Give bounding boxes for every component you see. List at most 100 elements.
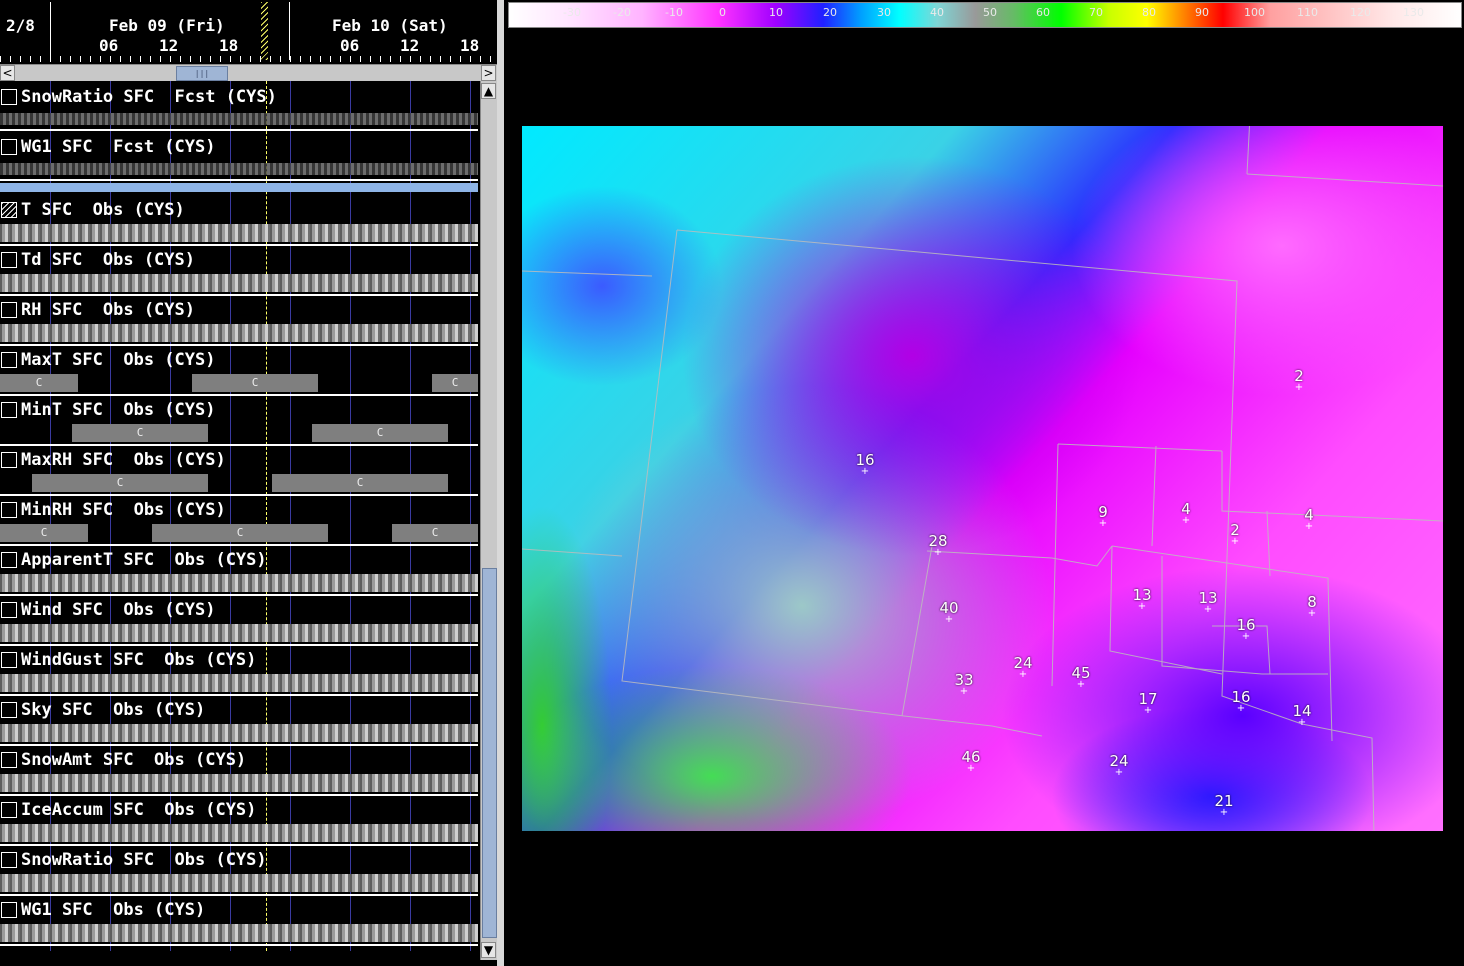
grid-row-apparentt-obs[interactable]: ApparentT SFC Obs (CYS) — [0, 546, 478, 594]
station-plot[interactable]: 21 + — [1204, 793, 1244, 818]
grid-row-maxt-obs[interactable]: MaxT SFC Obs (CYS) C C C — [0, 346, 478, 394]
row-checkbox[interactable] — [1, 552, 17, 568]
station-plot[interactable]: 24 + — [1099, 753, 1139, 778]
station-plot[interactable]: 16 + — [845, 452, 885, 477]
row-checkbox[interactable] — [1, 702, 17, 718]
row-label: SnowAmt SFC Obs (CYS) — [21, 750, 247, 770]
grid-row-maxrh-obs[interactable]: MaxRH SFC Obs (CYS) C C — [0, 446, 478, 494]
colorbar-tick: 10 — [769, 6, 783, 19]
grid-row-snowratio-fcst[interactable]: SnowRatio SFC Fcst (CYS) — [0, 83, 478, 131]
data-strip[interactable] — [0, 874, 478, 892]
station-plot[interactable]: 13 + — [1122, 587, 1162, 612]
grid-rows: SnowRatio SFC Fcst (CYS) WG1 SFC Fcst (C… — [0, 81, 478, 966]
station-plot[interactable]: 16 + — [1226, 617, 1266, 642]
data-strip[interactable] — [0, 274, 478, 292]
scroll-down-button[interactable]: ▼ — [481, 942, 496, 958]
grid-row-snowratio-obs[interactable]: SnowRatio SFC Obs (CYS) — [0, 846, 478, 894]
row-checkbox[interactable] — [1, 902, 17, 918]
data-strip[interactable] — [0, 324, 478, 342]
timeline-scrollbar[interactable]: < ||| > — [0, 64, 497, 81]
data-strip[interactable] — [0, 724, 478, 742]
vertical-scrollbar[interactable]: ▲ ▼ — [480, 81, 497, 960]
row-label: Sky SFC Obs (CYS) — [21, 700, 206, 720]
grid-block[interactable]: C — [272, 474, 448, 492]
grid-row-wg1-fcst[interactable]: WG1 SFC Fcst (CYS) — [0, 133, 478, 181]
station-plot[interactable]: 8 + — [1292, 594, 1332, 619]
station-plot[interactable]: 2 + — [1215, 522, 1255, 547]
data-strip[interactable] — [0, 824, 478, 842]
grid-block[interactable]: C — [432, 374, 478, 392]
row-checkbox[interactable] — [1, 302, 17, 318]
timeline-scroll-thumb[interactable]: ||| — [176, 66, 228, 81]
grid-row-iceaccum-obs[interactable]: IceAccum SFC Obs (CYS) — [0, 796, 478, 844]
row-checkbox[interactable] — [1, 802, 17, 818]
grid-row-wg1-obs[interactable]: WG1 SFC Obs (CYS) — [0, 896, 478, 944]
grid-block[interactable]: C — [312, 424, 448, 442]
grid-block[interactable]: C — [0, 524, 88, 542]
row-checkbox[interactable] — [1, 652, 17, 668]
row-checkbox[interactable] — [1, 202, 17, 218]
row-label: T SFC Obs (CYS) — [21, 200, 185, 220]
grid-block[interactable]: C — [32, 474, 208, 492]
data-strip[interactable] — [0, 574, 478, 592]
scroll-up-button[interactable]: ▲ — [481, 83, 496, 99]
grid-row-t-obs[interactable]: T SFC Obs (CYS) — [0, 196, 478, 244]
row-checkbox[interactable] — [1, 752, 17, 768]
scroll-right-button[interactable]: > — [481, 65, 496, 81]
vertical-scroll-thumb[interactable] — [482, 568, 497, 938]
station-plot[interactable]: 40 + — [929, 600, 969, 625]
station-plot[interactable]: 46 + — [951, 749, 991, 774]
grid-row-minrh-obs[interactable]: MinRH SFC Obs (CYS) C C C — [0, 496, 478, 544]
hour-label: 18 — [460, 36, 480, 55]
row-checkbox[interactable] — [1, 252, 17, 268]
row-checkbox[interactable] — [1, 352, 17, 368]
data-strip[interactable] — [0, 163, 478, 175]
station-marker-icon: + — [1143, 705, 1153, 716]
color-bar[interactable]: -30 -20 -10 0 10 20 30 40 50 60 70 80 90… — [508, 2, 1462, 28]
station-plot[interactable]: 14 + — [1282, 703, 1322, 728]
row-checkbox[interactable] — [1, 402, 17, 418]
grid-block[interactable]: C — [0, 374, 78, 392]
station-plot[interactable]: 16 + — [1221, 689, 1261, 714]
row-checkbox[interactable] — [1, 89, 17, 105]
data-strip[interactable] — [0, 624, 478, 642]
station-plot[interactable]: 2 + — [1279, 368, 1319, 393]
grid-block[interactable]: C — [152, 524, 328, 542]
station-plot[interactable]: 17 + — [1128, 691, 1168, 716]
station-marker-icon: + — [1241, 631, 1251, 642]
station-plot[interactable]: 24 + — [1003, 655, 1043, 680]
grid-row-windgust-obs[interactable]: WindGust SFC Obs (CYS) — [0, 646, 478, 694]
row-checkbox[interactable] — [1, 602, 17, 618]
grid-row-wind-obs[interactable]: Wind SFC Obs (CYS) — [0, 596, 478, 644]
grid-row-rh-obs[interactable]: RH SFC Obs (CYS) — [0, 296, 478, 344]
station-plot[interactable]: 13 + — [1188, 590, 1228, 615]
station-marker-icon: + — [1203, 604, 1213, 615]
row-checkbox[interactable] — [1, 502, 17, 518]
station-plot[interactable]: 9 + — [1083, 504, 1123, 529]
station-plot[interactable]: 28 + — [918, 533, 958, 558]
grid-block[interactable]: C — [392, 524, 478, 542]
row-checkbox[interactable] — [1, 452, 17, 468]
data-strip[interactable] — [0, 674, 478, 692]
station-plot[interactable]: 4 + — [1166, 501, 1206, 526]
grid-row-mint-obs[interactable]: MinT SFC Obs (CYS) C C — [0, 396, 478, 444]
grid-block[interactable]: C — [192, 374, 318, 392]
grid-block[interactable]: C — [72, 424, 208, 442]
map-display-pane[interactable]: -30 -20 -10 0 10 20 30 40 50 60 70 80 90… — [504, 0, 1464, 966]
row-checkbox[interactable] — [1, 852, 17, 868]
data-strip[interactable] — [0, 774, 478, 792]
data-strip[interactable] — [0, 924, 478, 942]
scroll-left-button[interactable]: < — [0, 65, 15, 81]
grid-row-snowamt-obs[interactable]: SnowAmt SFC Obs (CYS) — [0, 746, 478, 794]
current-time-marker[interactable] — [261, 2, 268, 60]
gridded-field-map[interactable]: 2 + 16 + 9 + 4 + 2 + 4 + 28 + 13 + 13 + 8 + 16 + 40… — [522, 126, 1443, 831]
station-plot[interactable]: 45 + — [1061, 665, 1101, 690]
data-strip[interactable] — [0, 224, 478, 242]
station-plot[interactable]: 33 + — [944, 672, 984, 697]
row-checkbox[interactable] — [1, 139, 17, 155]
data-strip[interactable] — [0, 113, 478, 125]
grid-row-sky-obs[interactable]: Sky SFC Obs (CYS) — [0, 696, 478, 744]
station-plot[interactable]: 4 + — [1289, 507, 1329, 532]
panel-splitter[interactable] — [497, 0, 504, 966]
grid-row-td-obs[interactable]: Td SFC Obs (CYS) — [0, 246, 478, 294]
